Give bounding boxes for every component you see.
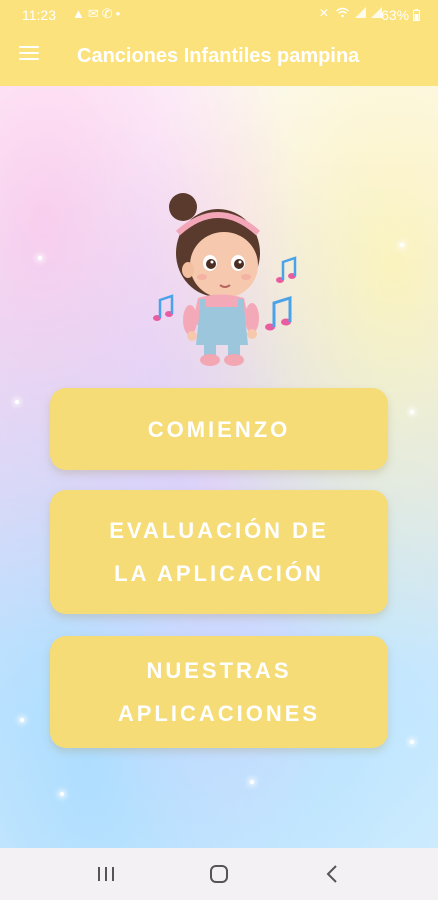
app-title: Canciones Infantiles pampina <box>77 45 360 67</box>
sparkle <box>250 780 254 784</box>
girl-character-illustration <box>153 193 297 366</box>
music-note-icon <box>276 256 297 283</box>
music-note-icon <box>265 295 292 331</box>
signal-icon <box>354 7 366 18</box>
back-icon[interactable] <box>318 862 348 886</box>
start-button-label: COMIENZO <box>147 416 291 442</box>
dot-icon: • <box>115 6 124 21</box>
status-time: 11:23 <box>22 7 56 23</box>
battery-indicator: 63% <box>381 7 420 23</box>
status-bar: 11:23 ▲✉✆• ✕ 63% <box>0 0 438 30</box>
system-icons: ✕ <box>319 6 382 20</box>
sparkle <box>38 256 42 260</box>
home-icon[interactable] <box>204 862 234 886</box>
battery-icon <box>413 9 420 21</box>
music-note-icon <box>153 294 174 321</box>
battery-level: 63% <box>381 7 410 23</box>
sparkle <box>410 410 414 414</box>
mail-icon: ✉ <box>87 6 102 21</box>
hamburger-menu-icon[interactable] <box>19 46 41 64</box>
wifi-icon <box>336 7 350 18</box>
sparkle <box>410 740 414 744</box>
app-bar: Canciones Infantiles pampina <box>0 30 438 86</box>
whatsapp-icon: ✆ <box>101 6 116 21</box>
rate-app-button-label: EVALUACIÓN DE LA APLICACIÓN <box>109 518 329 586</box>
sparkle <box>15 400 19 404</box>
sparkle <box>20 718 24 722</box>
recent-apps-icon[interactable] <box>91 862 121 886</box>
start-button[interactable]: COMIENZO <box>50 388 388 470</box>
notification-icons: ▲✉✆• <box>72 6 123 22</box>
our-apps-button-label: NUESTRAS APLICACIONES <box>117 658 321 726</box>
sparkle <box>400 243 404 247</box>
rate-app-button[interactable]: EVALUACIÓN DE LA APLICACIÓN <box>50 490 388 614</box>
navigation-bar <box>0 848 438 900</box>
our-apps-button[interactable]: NUESTRAS APLICACIONES <box>50 636 388 748</box>
mute-icon: ✕ <box>318 6 331 20</box>
warning-icon: ▲ <box>72 6 88 21</box>
sparkle <box>60 792 64 796</box>
